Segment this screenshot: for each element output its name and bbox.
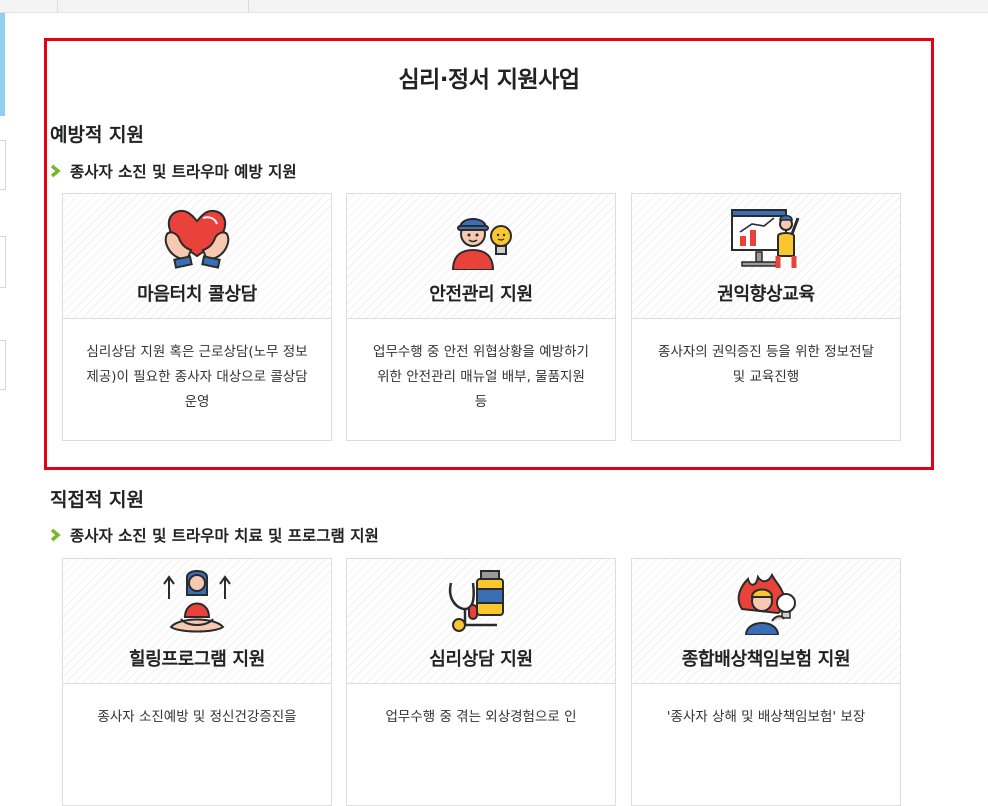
section-title-direct: 직접적 지원	[50, 489, 145, 511]
left-nav-item[interactable]	[0, 340, 6, 390]
top-tab-strip	[0, 0, 988, 13]
card-header: 마음터치 콜상담	[63, 194, 331, 319]
card-description: '종사자 상해 및 배상책임보험' 보장	[666, 709, 866, 725]
card-header: 안전관리 지원	[347, 194, 615, 319]
card-description: 심리상담 지원 혹은 근로상담(노무 정보제공)이 필요한 종사자 대상으로 콜…	[86, 344, 308, 410]
card-title: 심리상담 지원	[429, 649, 533, 670]
service-card-rights-education[interactable]: 권익향상교육 종사자의 권익증진 등을 위한 정보전달 및 교육진행	[631, 193, 901, 441]
service-card-healing-program[interactable]: 힐링프로그램 지원 종사자 소진예방 및 정신건강증진을	[62, 558, 332, 806]
worker-lightbulb-icon	[451, 218, 512, 270]
left-nav-item[interactable]	[0, 236, 6, 288]
heart-hands-icon	[164, 209, 230, 269]
card-title: 권익향상교육	[717, 284, 815, 305]
card-header: 힐링프로그램 지원	[63, 559, 331, 684]
left-nav-active-indicator	[0, 13, 5, 116]
subsection-label: 종사자 소진 및 트라우마 치료 및 프로그램 지원	[70, 527, 379, 545]
meditation-icon	[163, 570, 231, 633]
chevron-right-icon	[50, 528, 61, 542]
subsection-preventive: 종사자 소진 및 트라우마 예방 지원	[50, 160, 297, 182]
card-title: 힐링프로그램 지원	[128, 649, 266, 670]
tab-divider	[248, 0, 249, 12]
card-header: 심리상담 지원	[347, 559, 615, 684]
tab-divider	[57, 0, 58, 12]
presentation-icon	[731, 209, 800, 268]
card-description: 업무수행 중 겪는 외상경험으로 인	[385, 709, 577, 725]
section-title-preventive: 예방적 지원	[50, 124, 145, 146]
left-nav-item[interactable]	[0, 140, 6, 190]
card-description: 업무수행 중 안전 위협상황을 예방하기 위한 안전관리 매뉴얼 배부, 물품지…	[373, 344, 589, 410]
service-card-safety[interactable]: 안전관리 지원 업무수행 중 안전 위협상황을 예방하기 위한 안전관리 매뉴얼…	[346, 193, 616, 441]
card-header: 권익향상교육	[632, 194, 900, 319]
card-header: 종합배상책임보험 지원	[632, 559, 900, 684]
card-title: 안전관리 지원	[429, 284, 533, 305]
page-title: 심리·정서 지원사업	[398, 67, 580, 93]
subsection-label: 종사자 소진 및 트라우마 예방 지원	[70, 163, 297, 181]
service-card-psych-counseling[interactable]: 심리상담 지원 업무수행 중 겪는 외상경험으로 인	[346, 558, 616, 806]
stress-person-icon	[737, 572, 796, 635]
chevron-right-icon	[50, 164, 61, 178]
card-title: 마음터치 콜상담	[137, 284, 257, 305]
medicine-stethoscope-icon	[448, 570, 504, 632]
service-card-counseling-call[interactable]: 마음터치 콜상담 심리상담 지원 혹은 근로상담(노무 정보제공)이 필요한 종…	[62, 193, 332, 441]
card-title: 종합배상책임보험 지원	[681, 649, 851, 670]
service-card-liability-insurance[interactable]: 종합배상책임보험 지원 '종사자 상해 및 배상책임보험' 보장	[631, 558, 901, 806]
card-description: 종사자 소진예방 및 정신건강증진을	[97, 709, 297, 725]
subsection-direct: 종사자 소진 및 트라우마 치료 및 프로그램 지원	[50, 524, 379, 546]
card-description: 종사자의 권익증진 등을 위한 정보전달 및 교육진행	[658, 344, 874, 385]
